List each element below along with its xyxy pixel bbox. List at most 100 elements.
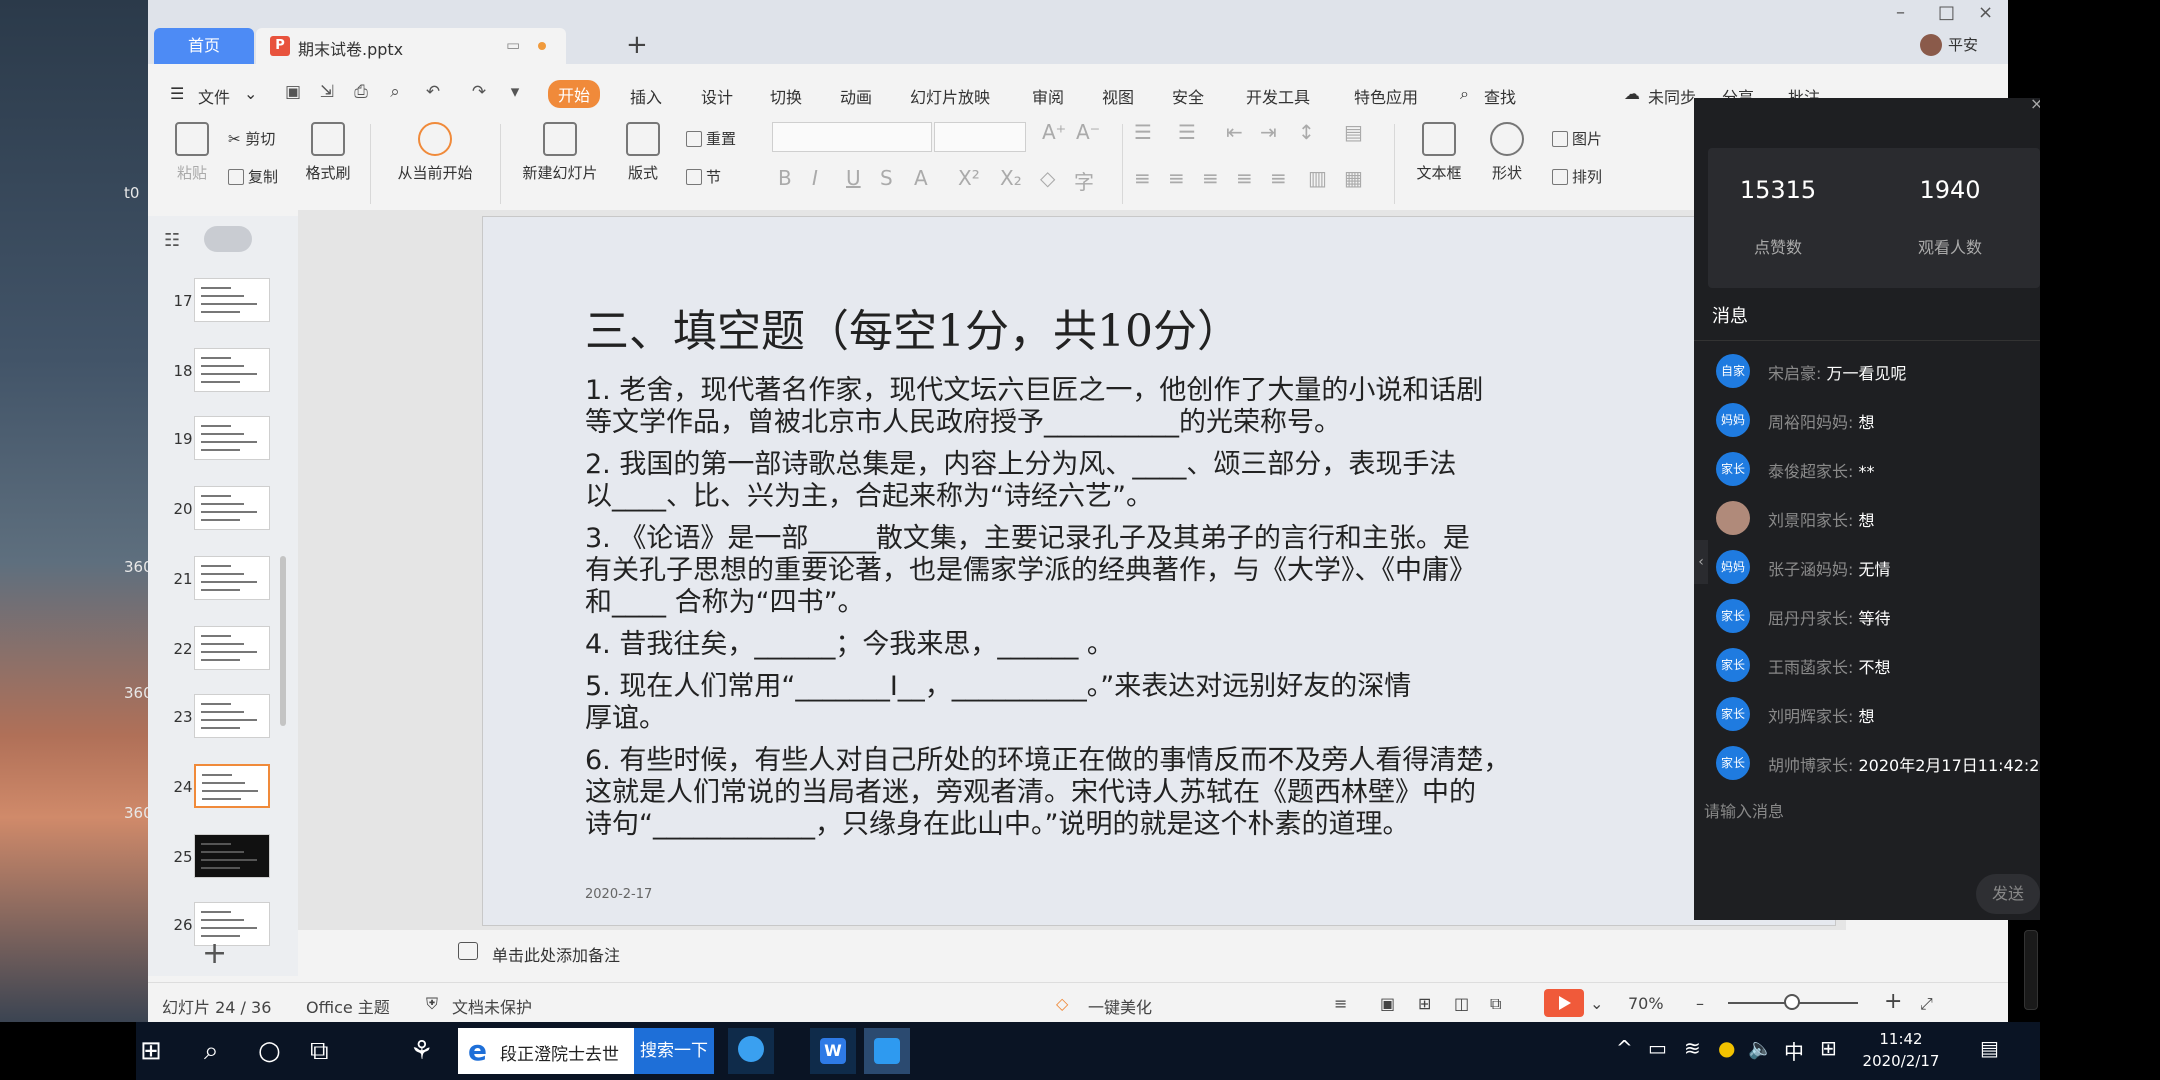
sorter-view-icon[interactable]: ⊞ xyxy=(1418,994,1431,1013)
user-name[interactable]: 平安 xyxy=(1948,34,1978,55)
slide-thumbnail[interactable]: 24 xyxy=(148,760,298,814)
search-icon[interactable]: ⌕ xyxy=(204,1036,219,1067)
search-icon[interactable]: ⌕ xyxy=(1460,84,1469,104)
italic-icon[interactable]: I xyxy=(812,166,818,190)
menu-icon[interactable]: ☰ xyxy=(170,84,184,103)
windows-start-icon[interactable]: ⊞ xyxy=(140,1036,162,1066)
shape-button[interactable]: 形状 xyxy=(1480,122,1534,183)
thumbnail-scrollbar[interactable] xyxy=(280,556,286,726)
slide-title[interactable]: 三、填空题（每空1分，共10分） xyxy=(585,295,1241,359)
play-from-current-button[interactable]: 从当前开始 xyxy=(380,122,490,183)
presenter-icon[interactable]: ⧉ xyxy=(1490,994,1501,1014)
customize-icon[interactable]: ▾ xyxy=(504,82,526,104)
slide-text-line[interactable]: 等文学作品，曾被北京市人民政府授予__________的光荣称号。 xyxy=(585,407,1341,439)
align-right-icon[interactable]: ≡ xyxy=(1202,166,1219,190)
wifi-icon[interactable]: ≋ xyxy=(1684,1036,1701,1060)
increase-indent-icon[interactable]: ⇥ xyxy=(1260,120,1277,144)
picture-button[interactable]: 图片 xyxy=(1552,128,1602,149)
slide-thumbnail[interactable]: 25 xyxy=(148,830,298,884)
decrease-font-icon[interactable]: A⁻ xyxy=(1076,120,1100,144)
reset-button[interactable]: 重置 xyxy=(686,128,736,149)
notes-placeholder[interactable]: 单击此处添加备注 xyxy=(492,942,620,966)
menu-tab-view[interactable]: 视图 xyxy=(1102,84,1134,108)
bold-icon[interactable]: B xyxy=(778,166,792,190)
slide-text-line[interactable]: 有关孔子思想的重要论著，也是儒家学派的经典著作，与《大学》、《中庸》 xyxy=(585,555,1476,587)
beautify-button[interactable]: 一键美化 xyxy=(1088,994,1152,1018)
tab-document[interactable]: P 期末试卷.pptx ▭ xyxy=(256,28,566,64)
menu-tab-review[interactable]: 审阅 xyxy=(1032,84,1064,108)
menu-tab-design[interactable]: 设计 xyxy=(701,84,733,108)
close-icon[interactable]: × xyxy=(1978,2,1993,23)
slideshow-play-button[interactable] xyxy=(1544,989,1584,1017)
slide-text-line[interactable]: 6. 有些时候，有些人对自己所处的环境正在做的事情反而不及旁人看得清楚， xyxy=(585,745,1510,777)
strikethrough-icon[interactable]: S xyxy=(880,166,893,190)
message-input[interactable]: 请输入消息 xyxy=(1704,798,1784,822)
slide-text-line[interactable]: 和____ 合称为“四书”。 xyxy=(585,587,865,619)
increase-font-icon[interactable]: A⁺ xyxy=(1042,120,1066,144)
menu-tab-insert[interactable]: 插入 xyxy=(630,84,662,108)
export-icon[interactable]: ⇲ xyxy=(316,82,338,104)
zoom-out-icon[interactable]: – xyxy=(1696,994,1704,1013)
collapse-panel-icon[interactable]: ‹ xyxy=(1694,540,1708,584)
slide-canvas[interactable]: 三、填空题（每空1分，共10分） 1. 老舍，现代著名作家，现代文坛六巨匠之一，… xyxy=(482,216,1836,926)
send-button[interactable]: 发送 xyxy=(1976,874,2040,914)
zoom-level[interactable]: 70% xyxy=(1628,994,1664,1013)
protect-status[interactable]: 文档未保护 xyxy=(452,994,532,1018)
menu-tab-special[interactable]: 特色应用 xyxy=(1354,84,1418,108)
columns-icon[interactable]: ▥ xyxy=(1308,166,1327,190)
maximize-icon[interactable]: □ xyxy=(1938,2,1955,23)
slide-thumbnail[interactable]: 23 xyxy=(148,690,298,744)
normal-view-icon[interactable]: ▣ xyxy=(1380,994,1395,1013)
cut-button[interactable]: ✂ 剪切 xyxy=(228,128,275,149)
new-tab-button[interactable]: + xyxy=(626,30,648,60)
slide-thumbnail[interactable]: 19 xyxy=(148,412,298,466)
preview-icon[interactable]: ⌕ xyxy=(384,82,406,104)
keyboard-icon[interactable]: ⊞ xyxy=(1820,1036,1837,1060)
menu-tab-home[interactable]: 开始 xyxy=(548,80,601,108)
notes-bar[interactable]: 单击此处添加备注 xyxy=(298,930,1846,972)
copy-button[interactable]: 复制 xyxy=(228,166,278,187)
underline-icon[interactable]: U xyxy=(846,166,861,190)
print-icon[interactable]: ⎙ xyxy=(350,82,372,104)
ime-indicator[interactable]: 中 xyxy=(1784,1036,1804,1065)
slide-text-line[interactable]: 以____、比、兴为主，合起来称为“诗经六艺”。 xyxy=(585,481,1153,513)
file-menu[interactable]: 文件 xyxy=(198,84,230,108)
new-slide-button[interactable]: 新建幻灯片 xyxy=(510,122,610,183)
user-avatar[interactable] xyxy=(1920,34,1942,56)
slide-text-line[interactable]: 3. 《论语》是一部_____散文集，主要记录孔子及其弟子的言行和主张。是 xyxy=(585,523,1470,555)
minimize-icon[interactable]: – xyxy=(1896,2,1905,23)
align-left-icon[interactable]: ≡ xyxy=(1134,166,1151,190)
line-spacing-icon[interactable]: ↕ xyxy=(1298,120,1315,144)
chevron-down-icon[interactable]: ⌄ xyxy=(1590,994,1603,1013)
layout-button[interactable]: 版式 xyxy=(618,122,668,183)
slide-thumbnail[interactable]: 20 xyxy=(148,482,298,536)
chevron-up-icon[interactable]: ^ xyxy=(1616,1036,1633,1060)
arrange-button[interactable]: 排列 xyxy=(1552,166,1602,187)
slide-thumbnail[interactable]: 22 xyxy=(148,622,298,676)
feishu-app-icon[interactable] xyxy=(728,1028,774,1074)
live-app-icon[interactable] xyxy=(864,1028,910,1074)
taskbar-search-button[interactable]: 搜索一下 xyxy=(634,1028,714,1074)
cortana-icon[interactable]: ○ xyxy=(258,1036,281,1066)
slide-text-line[interactable]: 4. 昔我往矣，______；今我来思，______ 。 xyxy=(585,629,1114,661)
search-button[interactable]: 查找 xyxy=(1484,84,1516,108)
clear-format-icon[interactable]: ◇ xyxy=(1040,166,1055,190)
outline-view-icon[interactable]: ☷ xyxy=(164,230,180,251)
subscript-icon[interactable]: X₂ xyxy=(1000,166,1022,190)
add-slide-button[interactable]: + xyxy=(202,936,227,971)
format-painter-button[interactable]: 格式刷 xyxy=(298,122,358,183)
slide-thumbnail[interactable]: 17 xyxy=(148,274,298,328)
font-color-icon[interactable]: A xyxy=(914,166,928,190)
monitor-icon[interactable]: ▭ xyxy=(506,36,520,54)
justify-icon[interactable]: ≡ xyxy=(1236,166,1253,190)
phonetic-icon[interactable]: 字 xyxy=(1074,166,1094,195)
slide-text-line[interactable]: 厚谊。 xyxy=(585,703,666,735)
theme-name[interactable]: Office 主题 xyxy=(306,994,390,1018)
volume-icon[interactable]: 🔈 xyxy=(1748,1036,1773,1060)
zoom-slider-knob[interactable] xyxy=(1784,994,1800,1010)
font-size-select[interactable] xyxy=(934,122,1026,152)
notes-toggle-icon[interactable]: ≡ xyxy=(1334,994,1347,1013)
browser-taskbar-item[interactable]: e 段正澄院士去世 xyxy=(458,1028,634,1074)
sync-status[interactable]: 未同步 xyxy=(1648,84,1696,108)
app-icon[interactable]: ⚘ xyxy=(410,1036,433,1066)
